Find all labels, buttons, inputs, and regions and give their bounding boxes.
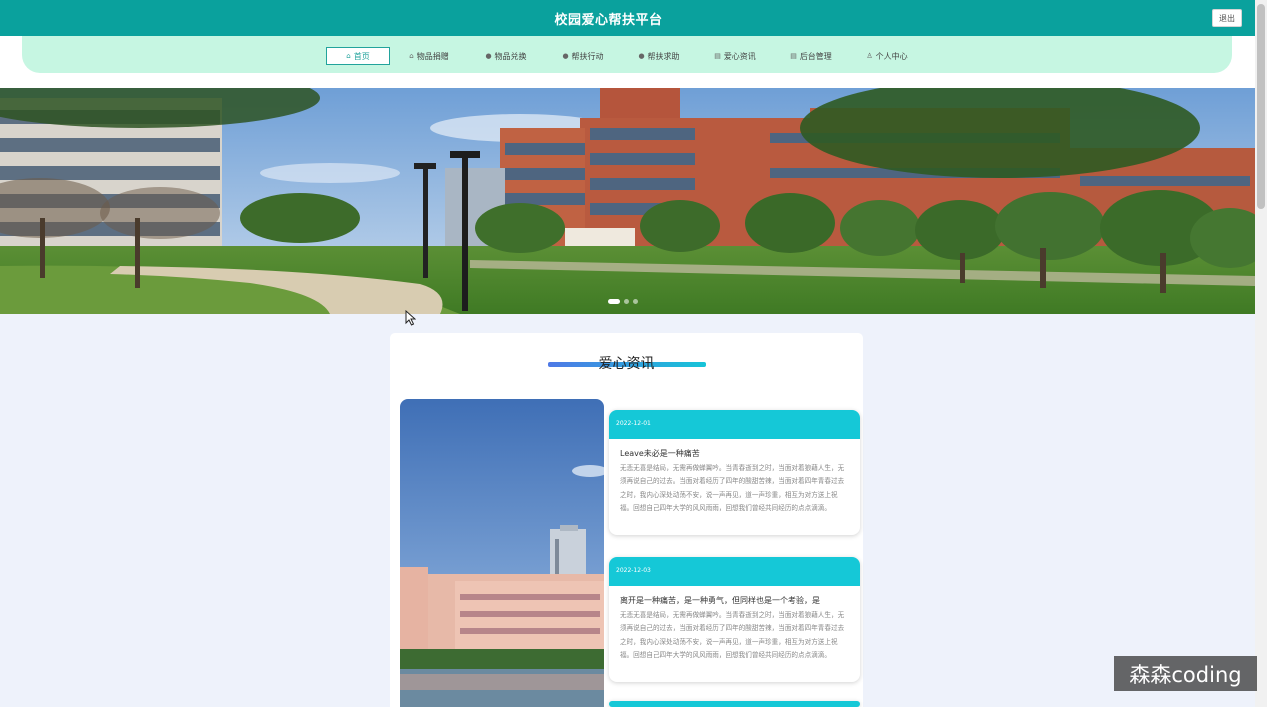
- logout-button[interactable]: 退出: [1212, 9, 1242, 27]
- help-icon: ●: [562, 52, 569, 60]
- site-title: 校园爱心帮扶平台: [554, 13, 663, 28]
- main-nav: ⌂ 首页 ⌂ 物品捐赠 ● 物品兑换 ● 帮扶行动 ● 帮扶求助 ▤ 爱心资讯 …: [326, 47, 909, 65]
- request-icon: ●: [638, 52, 645, 60]
- news-section: 爱心资讯 2022-12-01 Leave未必是一种痛苦 无悲无喜是结局，无需再…: [390, 333, 863, 707]
- news-summary: 无悲无喜是结局，无需再做蝉翼吟。当青春逝到之时，当面对着狼藉人生，无须再说自己的…: [620, 611, 845, 659]
- top-bar: 校园爱心帮扶平台 退出: [0, 0, 1255, 36]
- gift-icon: ⌂: [409, 52, 414, 60]
- admin-icon: ▤: [790, 52, 797, 60]
- news-card-1[interactable]: 2022-12-01 Leave未必是一种痛苦 无悲无喜是结局，无需再做蝉翼吟。…: [609, 410, 860, 535]
- nav-item-label: 爱心资讯: [723, 51, 756, 61]
- carousel-indicators: [608, 299, 638, 304]
- banner-carousel[interactable]: [0, 88, 1255, 314]
- nav-item-label: 后台管理: [799, 51, 832, 61]
- navigation-area: ⌂ 首页 ⌂ 物品捐赠 ● 物品兑换 ● 帮扶行动 ● 帮扶求助 ▤ 爱心资讯 …: [0, 36, 1255, 88]
- carousel-dot-1[interactable]: [608, 299, 620, 304]
- nav-item-label: 帮扶求助: [647, 51, 680, 61]
- news-icon: ▤: [714, 52, 721, 60]
- news-date: 2022-12-03: [609, 557, 860, 586]
- news-date: 2022-12-01: [609, 410, 860, 439]
- carousel-dot-3[interactable]: [633, 299, 638, 304]
- nav-item-home[interactable]: ⌂ 首页: [326, 47, 390, 65]
- user-icon: ♙: [866, 52, 873, 60]
- mouse-cursor-icon: [405, 310, 416, 326]
- scrollbar-thumb[interactable]: [1257, 4, 1265, 209]
- nav-item-admin[interactable]: ▤ 后台管理: [789, 47, 833, 65]
- news-card-2[interactable]: 2022-12-03 离开是一种痛苦，是一种勇气，但同样也是一个考验，是 无悲无…: [609, 557, 860, 682]
- nav-item-help-request[interactable]: ● 帮扶求助: [637, 47, 681, 65]
- news-title: 离开是一种痛苦，是一种勇气，但同样也是一个考验，是: [620, 596, 820, 605]
- nav-item-label: 个人中心: [875, 51, 908, 61]
- nav-item-label: 帮扶行动: [571, 51, 604, 61]
- nav-item-help-action[interactable]: ● 帮扶行动: [561, 47, 605, 65]
- news-title: Leave未必是一种痛苦: [620, 449, 700, 458]
- nav-item-label: 首页: [353, 51, 370, 61]
- section-title: 爱心资讯: [598, 356, 655, 372]
- carousel-dot-2[interactable]: [624, 299, 629, 304]
- nav-item-exchange[interactable]: ● 物品兑换: [484, 47, 528, 65]
- campus-photo: [400, 399, 604, 707]
- page-scrollbar[interactable]: [1255, 0, 1267, 707]
- campus-banner-image: [0, 88, 1255, 314]
- nav-item-label: 物品兑换: [494, 51, 527, 61]
- news-card-3[interactable]: [609, 701, 860, 707]
- nav-item-donation[interactable]: ⌂ 物品捐赠: [407, 47, 451, 65]
- watermark: 森森coding: [1114, 656, 1257, 691]
- home-icon: ⌂: [346, 52, 351, 60]
- nav-item-news[interactable]: ▤ 爱心资讯: [713, 47, 757, 65]
- news-summary: 无悲无喜是结局，无需再做蝉翼吟。当青春逝到之时，当面对着狼藉人生，无须再说自己的…: [620, 464, 845, 512]
- nav-item-personal-center[interactable]: ♙ 个人中心: [865, 47, 909, 65]
- nav-item-label: 物品捐赠: [416, 51, 449, 61]
- news-feature-image[interactable]: [400, 399, 604, 707]
- exchange-icon: ●: [485, 52, 492, 60]
